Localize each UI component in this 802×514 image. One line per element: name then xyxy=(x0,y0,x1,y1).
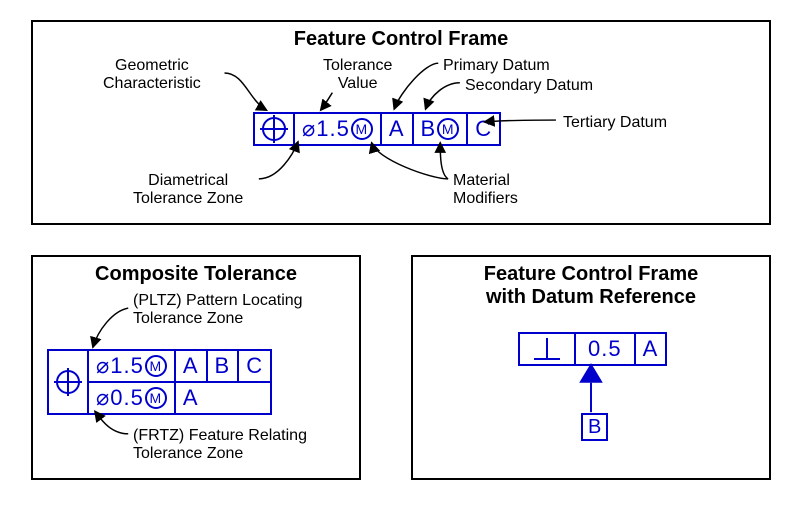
label-tolerance-value: ToleranceValue xyxy=(323,57,392,94)
p1-fcf: ⌀1.5 M A B M C xyxy=(253,112,501,146)
panel-fcf-with-datum-reference: Feature Control Frame with Datum Referen… xyxy=(411,255,771,480)
p3-tolerance-cell: 0.5 xyxy=(576,334,636,364)
p2-r1-dA: A xyxy=(176,351,208,381)
p3-datum-box: B xyxy=(581,413,608,441)
p2-symbol-cell xyxy=(49,351,89,413)
label-pltz: (PLTZ) Pattern LocatingTolerance Zone xyxy=(133,292,303,329)
p1-datum-B-letter: B xyxy=(421,116,437,142)
label-material-modifiers: MaterialModifiers xyxy=(453,172,518,209)
label-secondary-datum: Secondary Datum xyxy=(465,77,593,95)
p2-row-2: ⌀0.5 M A xyxy=(89,383,270,413)
label-frtz: (FRTZ) Feature RelatingTolerance Zone xyxy=(133,427,307,464)
p2-r2-tol: ⌀0.5 M xyxy=(89,383,176,413)
p2-row-1: ⌀1.5 M A B C xyxy=(89,351,270,383)
label-primary-datum: Primary Datum xyxy=(443,57,550,75)
p1-tolerance-value: ⌀1.5 xyxy=(302,116,350,142)
perpendicularity-icon xyxy=(534,338,560,360)
p1-datum-A: A xyxy=(382,114,414,144)
p1-datum-B: B M xyxy=(414,114,469,144)
p1-tolerance-cell: ⌀1.5 M xyxy=(295,114,382,144)
p1-datum-B-modifier: M xyxy=(437,118,459,140)
panel1-title: Feature Control Frame xyxy=(33,28,769,51)
label-tertiary-datum: Tertiary Datum xyxy=(563,114,667,132)
p2-r2-dA: A xyxy=(176,383,206,413)
p3-datum-A: A xyxy=(636,334,666,364)
position-icon xyxy=(56,370,80,394)
p2-r2-modifier: M xyxy=(145,387,167,409)
p1-tol-modifier: M xyxy=(351,118,373,140)
p2-r1-dC: C xyxy=(239,351,270,381)
panel3-title-l2: with Datum Reference xyxy=(413,286,769,309)
label-geometric-characteristic: GeometricCharacteristic xyxy=(103,57,201,94)
p2-r1-modifier: M xyxy=(145,355,167,377)
panel3-title-l1: Feature Control Frame xyxy=(413,263,769,286)
panel-composite-tolerance: Composite Tolerance (PLTZ) Pattern Locat… xyxy=(31,255,361,480)
p1-datum-C: C xyxy=(468,114,499,144)
p2-r1-tol: ⌀1.5 M xyxy=(89,351,176,381)
position-icon xyxy=(262,117,286,141)
label-diametrical-zone: DiametricalTolerance Zone xyxy=(133,172,243,209)
p1-symbol-cell xyxy=(255,114,295,144)
p2-r1-tolerance: ⌀1.5 xyxy=(96,353,144,379)
panel2-title: Composite Tolerance xyxy=(33,263,359,286)
panel-feature-control-frame: Feature Control Frame GeometricCharacter… xyxy=(31,20,771,225)
p3-symbol-cell xyxy=(520,334,576,364)
p2-composite-frame: ⌀1.5 M A B C ⌀0.5 M A xyxy=(47,349,272,415)
p2-r1-dB: B xyxy=(208,351,240,381)
p2-r2-tolerance: ⌀0.5 xyxy=(96,385,144,411)
p3-fcf: 0.5 A xyxy=(518,332,667,366)
